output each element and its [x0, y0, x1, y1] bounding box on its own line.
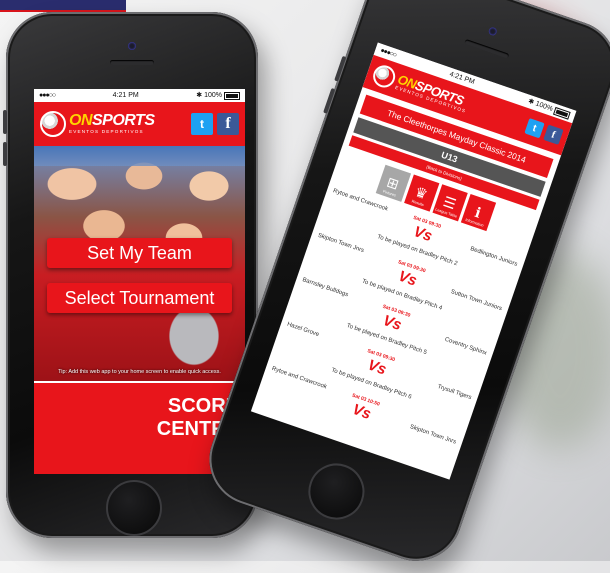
- table-icon: ☰: [441, 193, 459, 213]
- home-button[interactable]: [106, 480, 162, 536]
- screen-left: ●●●○○ 4:21 PM ✱ 100% ONSPORTS EVENTOS DE…: [34, 89, 245, 474]
- info-icon: ℹ: [472, 203, 484, 221]
- select-tournament-button[interactable]: Select Tournament: [47, 283, 232, 313]
- corner-rule: [0, 0, 126, 12]
- camera: [487, 26, 498, 37]
- twitter-icon[interactable]: t: [191, 113, 213, 135]
- trophy-icon: ♛: [412, 183, 430, 203]
- home-screen-tip: Tip: Add this web app to your home scree…: [58, 369, 221, 375]
- home-button[interactable]: [300, 455, 373, 528]
- social-links: t f: [191, 113, 239, 135]
- logo-subtitle: EVENTOS DEPORTIVOS: [69, 129, 144, 135]
- onsports-logo[interactable]: ONSPORTS EVENTOS DEPORTIVOS: [40, 111, 155, 137]
- pitch-icon: ⊞: [384, 173, 402, 193]
- status-bar: ●●●○○ 4:21 PM ✱ 100%: [34, 89, 245, 102]
- logo-wordmark: ONSPORTS: [69, 112, 155, 130]
- battery-status: ✱ 100%: [196, 91, 240, 100]
- facebook-icon[interactable]: f: [543, 124, 564, 145]
- volume-key: [334, 55, 347, 82]
- battery-icon: [224, 91, 240, 100]
- app-header: ONSPORTS EVENTOS DEPORTIVOS t f: [34, 102, 245, 146]
- facebook-icon[interactable]: f: [217, 113, 239, 135]
- signal-indicator: ●●●○○: [39, 92, 56, 99]
- speaker: [110, 60, 154, 65]
- camera: [128, 42, 136, 50]
- status-time: 4:21 PM: [112, 92, 139, 99]
- speaker: [464, 38, 510, 59]
- logo-mark-icon: [40, 111, 66, 137]
- social-links: t f: [524, 118, 564, 145]
- volume-key: [3, 110, 7, 134]
- hero-image: Set My Team Select Tournament Tip: Add t…: [34, 146, 245, 381]
- volume-key: [3, 142, 7, 166]
- volume-key: [323, 87, 336, 114]
- bluetooth-icon: ✱: [196, 92, 205, 100]
- tab-information[interactable]: ℹ Information: [460, 193, 496, 231]
- twitter-icon[interactable]: t: [524, 118, 545, 139]
- logo-mark-icon: [370, 62, 399, 91]
- set-my-team-button[interactable]: Set My Team: [47, 238, 232, 268]
